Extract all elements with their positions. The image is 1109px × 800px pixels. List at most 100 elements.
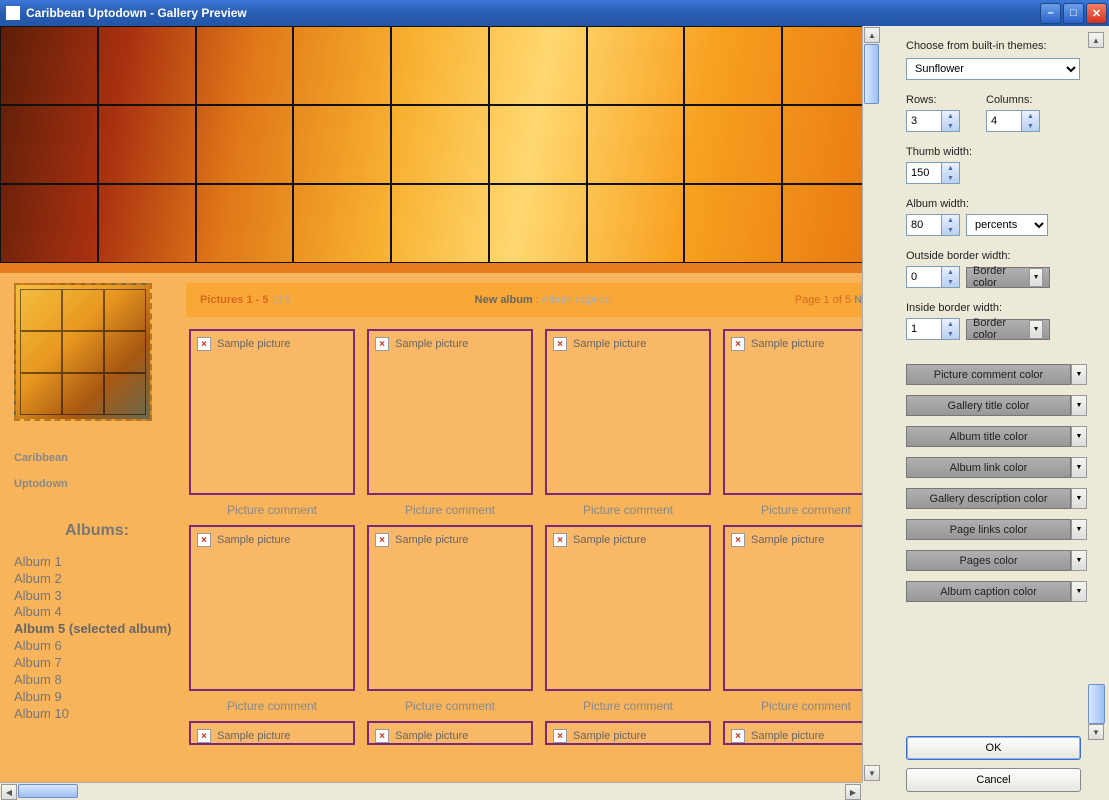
columns-label: Columns: <box>986 94 1040 106</box>
broken-image-icon: × <box>375 533 389 547</box>
thumb-width-label: Thumb width: <box>906 146 972 158</box>
album-link[interactable]: Album 10 <box>14 706 180 723</box>
thumbnail-tile[interactable]: ×Sample picturePicture comment <box>186 329 358 517</box>
album-width-unit-select[interactable]: percents <box>966 214 1048 236</box>
preview-scrollbar-horizontal[interactable]: ◀ ▶ <box>0 782 862 800</box>
titlebar: Caribbean Uptodown - Gallery Preview – □… <box>0 0 1109 26</box>
album-link[interactable]: Album 9 <box>14 689 180 706</box>
maximize-button[interactable]: □ <box>1063 3 1084 24</box>
thumbnail-tile[interactable]: ×Sample picture <box>720 721 878 745</box>
chevron-up-icon[interactable]: ▲ <box>942 215 959 225</box>
album-link[interactable]: Album 1 <box>14 554 180 571</box>
ok-button[interactable]: OK <box>906 736 1081 760</box>
dropdown-icon[interactable]: ▼ <box>1071 488 1087 509</box>
album-link[interactable]: Album 4 <box>14 604 180 621</box>
broken-image-icon: × <box>197 533 211 547</box>
dropdown-icon[interactable]: ▼ <box>1029 268 1043 287</box>
chevron-up-icon[interactable]: ▲ <box>1022 111 1039 121</box>
thumbnail-tile[interactable]: ×Sample picturePicture comment <box>720 329 878 517</box>
scroll-left-icon[interactable]: ◀ <box>1 784 17 800</box>
broken-image-icon: × <box>375 729 389 743</box>
theme-header-image <box>0 26 878 263</box>
thumbnail-tile[interactable]: ×Sample picturePicture comment <box>542 525 714 713</box>
dropdown-icon[interactable]: ▼ <box>1071 457 1087 478</box>
columns-spinner[interactable]: ▲▼ <box>986 110 1040 132</box>
chevron-down-icon[interactable]: ▼ <box>942 121 959 131</box>
outside-border-spinner[interactable]: ▲▼ <box>906 266 960 288</box>
preview-sidebar: Caribbean Uptodown Albums: Album 1Album … <box>14 283 180 745</box>
panel-scrollbar[interactable]: ▲ ▼ <box>1088 32 1105 740</box>
chevron-down-icon[interactable]: ▼ <box>1022 121 1039 131</box>
thumbnail-tile[interactable]: ×Sample picturePicture comment <box>364 329 536 517</box>
album-link[interactable]: Album 6 <box>14 638 180 655</box>
thumbnail-tile[interactable]: ×Sample picture <box>542 721 714 745</box>
scroll-down-icon[interactable]: ▼ <box>1088 724 1104 740</box>
chevron-up-icon[interactable]: ▲ <box>942 111 959 121</box>
color-picker-button[interactable]: Album link color <box>906 457 1071 478</box>
inside-border-color-button[interactable]: Border color▼ <box>966 319 1050 340</box>
gallery-title: Caribbean Uptodown <box>14 441 180 494</box>
album-link[interactable]: Album 2 <box>14 571 180 588</box>
album-link[interactable]: Album 7 <box>14 655 180 672</box>
chevron-down-icon[interactable]: ▼ <box>942 173 959 183</box>
minimize-button[interactable]: – <box>1040 3 1061 24</box>
thumbnail-caption: Picture comment <box>583 503 673 517</box>
dropdown-icon[interactable]: ▼ <box>1071 550 1087 571</box>
dropdown-icon[interactable]: ▼ <box>1071 395 1087 416</box>
chevron-up-icon[interactable]: ▲ <box>942 267 959 277</box>
scroll-up-icon[interactable]: ▲ <box>864 27 880 43</box>
cancel-button[interactable]: Cancel <box>906 768 1081 792</box>
thumbnail-caption: Picture comment <box>227 503 317 517</box>
close-button[interactable]: ✕ <box>1086 3 1107 24</box>
rows-label: Rows: <box>906 94 960 106</box>
color-picker-button[interactable]: Pages color <box>906 550 1071 571</box>
album-link[interactable]: Album 5 (selected album) <box>14 621 180 638</box>
dropdown-icon[interactable]: ▼ <box>1029 320 1043 339</box>
chevron-up-icon[interactable]: ▲ <box>942 163 959 173</box>
scroll-down-icon[interactable]: ▼ <box>864 765 880 781</box>
broken-image-icon: × <box>375 337 389 351</box>
thumbnail-caption: Picture comment <box>583 699 673 713</box>
color-picker-button[interactable]: Album title color <box>906 426 1071 447</box>
thumbnail-tile[interactable]: ×Sample picturePicture comment <box>186 525 358 713</box>
album-width-spinner[interactable]: ▲▼ <box>906 214 960 236</box>
thumbnail-label: Sample picture <box>217 338 290 350</box>
inside-border-spinner[interactable]: ▲▼ <box>906 318 960 340</box>
chevron-down-icon[interactable]: ▼ <box>942 329 959 339</box>
album-link[interactable]: Album 8 <box>14 672 180 689</box>
outside-border-label: Outside border width: <box>906 250 1011 262</box>
broken-image-icon: × <box>731 337 745 351</box>
thumbnail-tile[interactable]: ×Sample picture <box>364 721 536 745</box>
dropdown-icon[interactable]: ▼ <box>1071 364 1087 385</box>
color-picker-button[interactable]: Gallery title color <box>906 395 1071 416</box>
thumbnail-tile[interactable]: ×Sample picturePicture comment <box>364 525 536 713</box>
thumb-width-spinner[interactable]: ▲▼ <box>906 162 960 184</box>
chevron-down-icon[interactable]: ▼ <box>942 225 959 235</box>
album-link[interactable]: Album 3 <box>14 588 180 605</box>
dropdown-icon[interactable]: ▼ <box>1071 581 1087 602</box>
color-picker-button[interactable]: Picture comment color <box>906 364 1071 385</box>
preview-scrollbar-vertical[interactable]: ▲ ▼ <box>862 26 880 782</box>
thumbnail-label: Sample picture <box>395 338 468 350</box>
color-picker-button[interactable]: Album caption color <box>906 581 1071 602</box>
dropdown-icon[interactable]: ▼ <box>1071 426 1087 447</box>
theme-select[interactable]: Sunflower <box>906 58 1080 80</box>
album-caption: Album caption <box>541 294 611 306</box>
color-picker-button[interactable]: Page links color <box>906 519 1071 540</box>
app-window: Caribbean Uptodown - Gallery Preview – □… <box>0 0 1109 800</box>
thumbnail-tile[interactable]: ×Sample picturePicture comment <box>720 525 878 713</box>
pictures-total: of 5 <box>272 294 290 306</box>
rows-spinner[interactable]: ▲▼ <box>906 110 960 132</box>
scroll-right-icon[interactable]: ▶ <box>845 784 861 800</box>
broken-image-icon: × <box>553 337 567 351</box>
dropdown-icon[interactable]: ▼ <box>1071 519 1087 540</box>
chevron-down-icon[interactable]: ▼ <box>942 277 959 287</box>
window-title: Caribbean Uptodown - Gallery Preview <box>26 6 1040 20</box>
thumbnail-tile[interactable]: ×Sample picture <box>186 721 358 745</box>
chevron-up-icon[interactable]: ▲ <box>942 319 959 329</box>
outside-border-color-button[interactable]: Border color▼ <box>966 267 1050 288</box>
color-picker-button[interactable]: Gallery description color <box>906 488 1071 509</box>
thumbnail-caption: Picture comment <box>761 699 851 713</box>
thumbnail-tile[interactable]: ×Sample picturePicture comment <box>542 329 714 517</box>
scroll-up-icon[interactable]: ▲ <box>1088 32 1104 48</box>
